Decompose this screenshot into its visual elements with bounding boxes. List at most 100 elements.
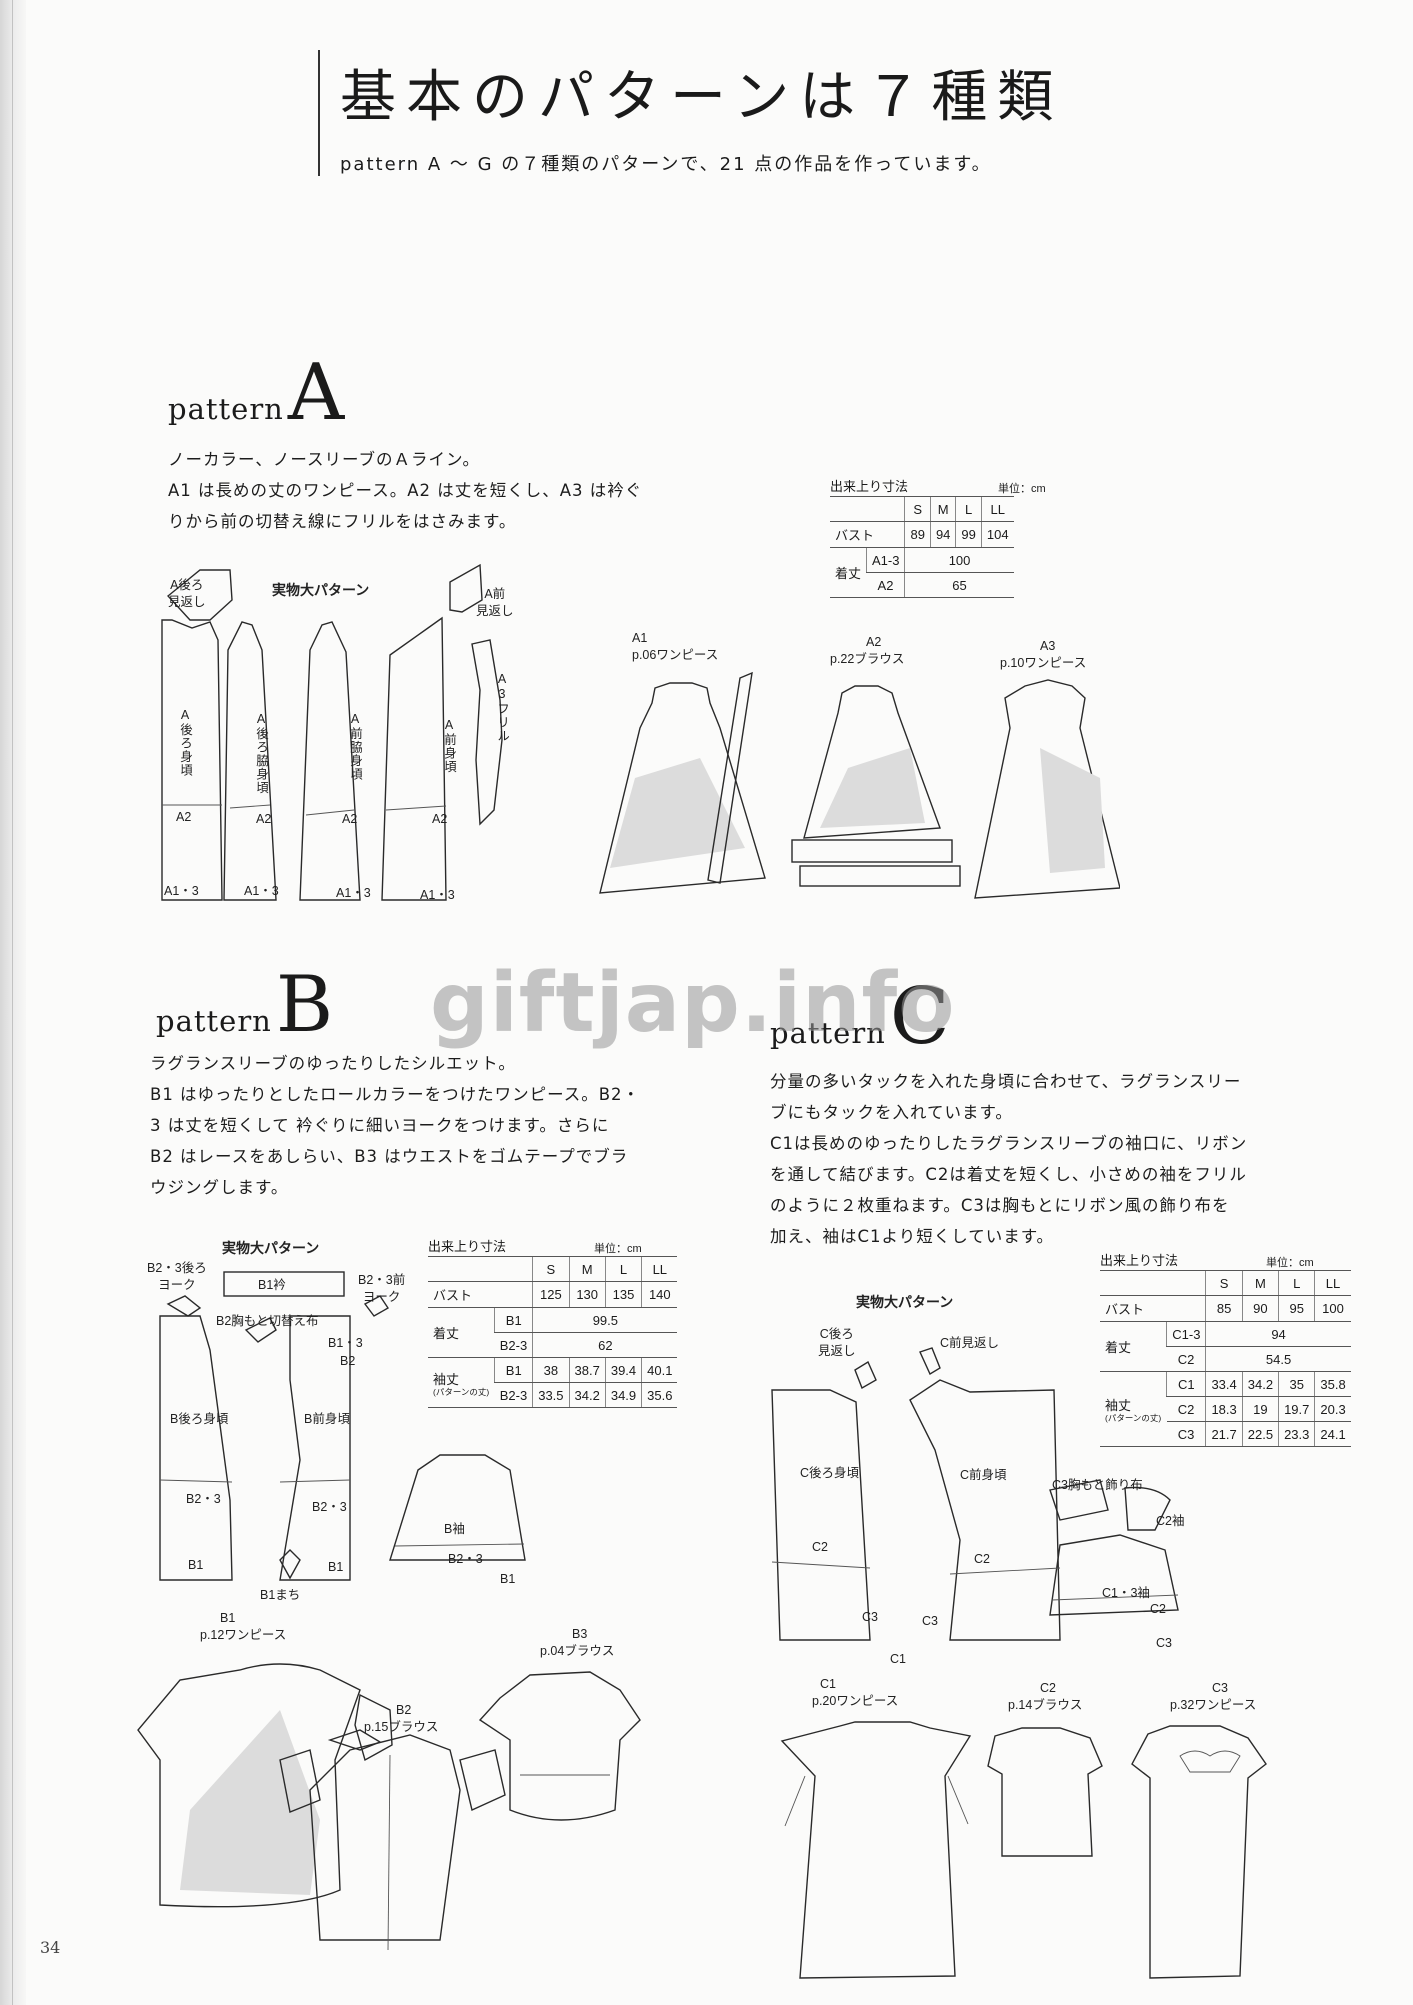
size-table: S M L LL バスト 89 94 99 104 着丈 A1-3 100 A2… [830,496,1014,598]
pattern-a-heading: patternA [168,348,344,438]
table-cell: 34.2 [1241,1371,1279,1397]
piece-label-c2-sleeve: C2袖 [1156,1514,1185,1528]
header-cell: S [904,496,931,522]
garment-c2-code: C2 [1040,1681,1056,1695]
table-cell: 34.2 [568,1382,606,1408]
description-line: ノーカラー、ノースリーブのＡライン。 [168,450,481,469]
piece-label-frill: A3フリル [495,672,509,743]
description-line: りから前の切替え線にフリルをはさみます。 [168,512,517,531]
pattern-c-description: 分量の多いタックを入れた身頃に合わせて、ラグランスリー ブにもタックを入れていま… [770,1066,1247,1252]
piece-label-front-side: A前脇身頃 [348,712,362,781]
description-line: 分量の多いタックを入れた身頃に合わせて、ラグランスリー [770,1072,1242,1091]
line-label-a2: A2 [256,812,272,826]
table-header-row: S M L LL [1100,1270,1351,1296]
table-cell: 100 [1314,1295,1351,1322]
full-size-pattern-label: 実物大パターン [272,582,370,598]
garment-a2-page: p.22ブラウス [830,652,905,666]
row-header: バスト [1100,1295,1206,1322]
size-table-unit: 単位：cm [998,483,1046,495]
pattern-letter: B [275,960,334,1050]
table-cell: 24.1 [1314,1421,1351,1447]
row-subheader: A2 [866,572,905,598]
table-row: 着丈 A1-3 100 [830,547,1014,598]
line-label-a13: A1・3 [244,884,279,898]
table-cell: 18.3 [1205,1396,1243,1422]
b2-tie [387,1754,391,1951]
table-cell: 100 [904,547,1014,573]
pattern-b-garments-diagram [120,1650,690,1970]
back-body-shape [771,1389,871,1641]
table-cell: 62 [532,1332,678,1358]
garment-a2-code: A2 [866,635,882,649]
description-line: 3 は丈を短くして 衿ぐりに細いヨークをつけます。さらに [150,1116,610,1135]
piece-label-front: C前身頃 [960,1468,1007,1482]
line-label-b1: B1 [188,1558,204,1572]
garment-c1-code: C1 [820,1677,836,1691]
garment-b1-page: p.12ワンピース [200,1628,287,1642]
title-rule [318,50,320,176]
row-header: 着丈 [830,547,867,598]
size-table-unit: 単位：cm [594,1243,642,1255]
table-cell: 130 [568,1281,606,1308]
garment-c3-page: p.32ワンピース [1170,1698,1257,1712]
frill-rect-shape [791,839,953,863]
table-cell: 140 [641,1281,678,1308]
table-cell: 34.9 [604,1382,642,1408]
table-cell: 23.3 [1278,1421,1315,1447]
c3-bow [1179,1750,1241,1773]
piece-label-front-facing: A前 見返し [476,587,514,618]
description-line: ブにもタックを入れています。 [770,1103,1013,1122]
header-cell: M [568,1256,606,1282]
dress-c3-shape [1131,1725,1267,1979]
c1-ribbon [947,1775,969,1825]
blouse-b3-shape [478,1671,641,1821]
c1-ribbon [784,1775,806,1827]
table-cell: 19 [1241,1396,1279,1422]
line-label-a13: A1・3 [336,886,371,900]
description-line: C1は長めのゆったりしたラグランスリーブの袖口に、リボン [770,1134,1248,1153]
table-cell: 21.7 [1205,1421,1243,1447]
table-cell: 40.1 [641,1357,678,1383]
table-cell: 38.7 [568,1357,606,1383]
piece-label-back: B後ろ身頃 [170,1412,229,1426]
garment-c3-code: C3 [1212,1681,1228,1695]
table-cell: 89 [904,521,931,548]
line-label-b23: B2・3 [448,1552,483,1566]
page-number: 34 [40,1938,61,1957]
header-cell: L [955,496,982,522]
book-gutter-line [12,0,13,2005]
header-cell: M [929,496,956,522]
description-line: のように２枚重ねます。C3は胸もとにリボン風の飾り布を [770,1196,1230,1215]
table-row: バスト 89 94 99 104 [830,521,1014,548]
description-line: B1 はゆったりとしたロールカラーをつけたワンピース。B2・ [150,1085,641,1104]
table-row: バスト 85 90 95 100 [1100,1295,1351,1322]
header-cell: S [1205,1270,1243,1296]
piece-label-c13-sleeve: C1・3袖 [1102,1586,1150,1600]
header-cell: LL [980,496,1014,522]
line-label-b1: B1 [500,1572,516,1586]
back-yoke-shape [166,1295,202,1317]
table-cell: 99.5 [532,1307,678,1333]
yoke-b2-shape [327,1729,382,1751]
line-label-a2: A2 [342,812,358,826]
garment-a1-page: p.06ワンピース [632,648,719,662]
line-label-a13: A1・3 [164,884,199,898]
table-cell: 135 [604,1281,642,1308]
description-line: B2 はレースをあしらい、B3 はウエストをゴムテープでブラ [150,1147,629,1166]
header-cell: L [1278,1270,1315,1296]
garment-a1-code: A1 [632,631,648,645]
back-facing-shape [854,1360,877,1390]
line-label-b13: B1・3 [328,1336,363,1350]
description-line: A1 は長めの丈のワンピース。A2 は丈を短くし、A3 は衿ぐ [168,481,643,500]
table-header-row: S M L LL [830,496,1014,522]
piece-label-chest-deco: C3胸もと飾り布 [1052,1478,1143,1492]
table-cell: 85 [1205,1295,1243,1322]
back-body-shape [159,1315,233,1581]
pattern-c-garments-diagram [770,1716,1290,1986]
table-cell: 20.3 [1314,1396,1351,1422]
size-table-unit: 単位：cm [1266,1257,1314,1269]
line-label-c2: C2 [812,1540,828,1554]
line-label-c3: C3 [1156,1636,1172,1650]
table-cell: 35.8 [1314,1371,1351,1397]
table-cell: 99 [955,521,982,548]
